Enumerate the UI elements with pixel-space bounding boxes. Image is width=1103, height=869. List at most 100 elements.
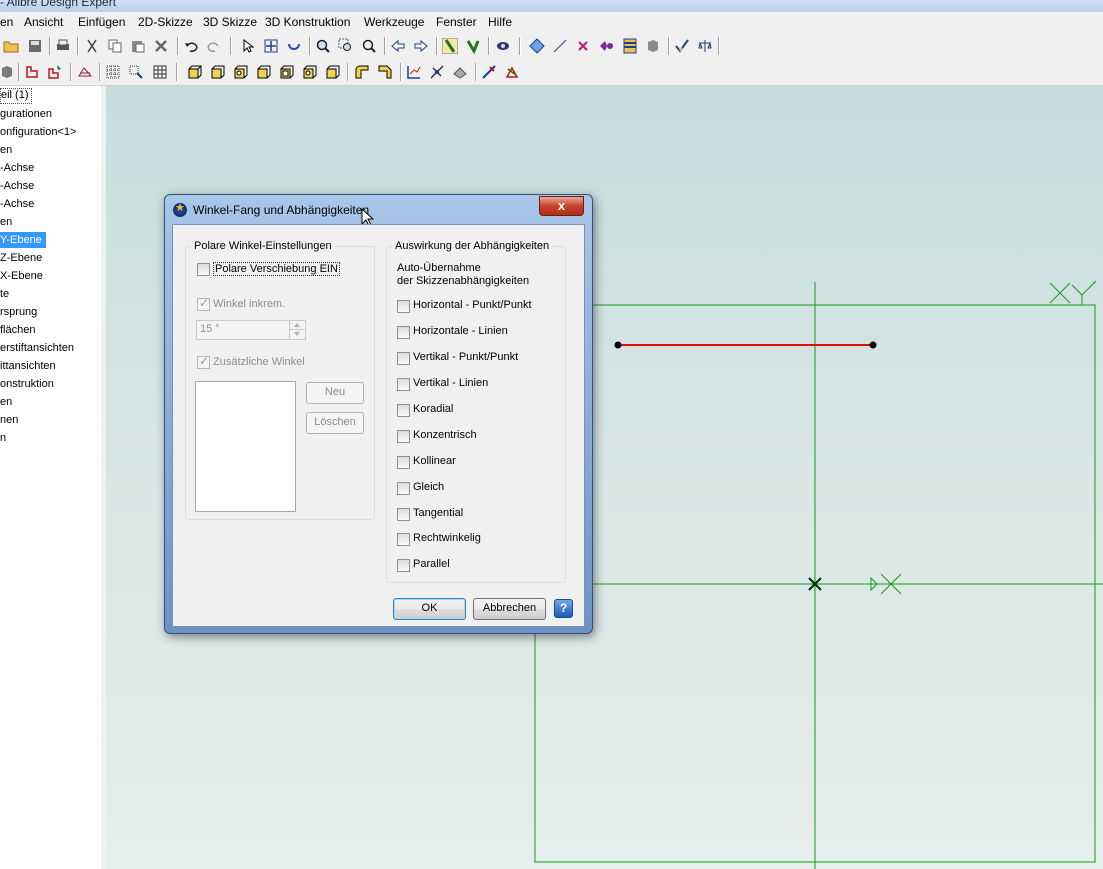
extrude-icon[interactable] <box>187 64 203 80</box>
constraint-label[interactable]: Rechtwinkelig <box>413 532 481 544</box>
tree-item[interactable]: ittansichten <box>0 358 56 374</box>
constraint-label[interactable]: Horizontale - Linien <box>413 325 508 337</box>
cut-revolve-icon[interactable] <box>302 64 318 80</box>
tree-item[interactable]: en <box>0 214 12 230</box>
balance-icon[interactable] <box>697 38 713 54</box>
paste-icon[interactable] <box>130 38 146 54</box>
menu-einfuegen[interactable]: Einfügen <box>78 15 125 29</box>
constraint-checkbox-tangential[interactable] <box>397 508 410 521</box>
sketch-rect-icon[interactable] <box>24 64 40 80</box>
table-icon[interactable] <box>622 38 638 54</box>
part-icon[interactable] <box>645 38 661 54</box>
constraint-checkbox-horizontal-point[interactable] <box>397 300 410 313</box>
loft-icon[interactable] <box>256 64 272 80</box>
polar-shift-checkbox[interactable] <box>197 263 210 276</box>
menu-fenster[interactable]: Fenster <box>436 15 477 29</box>
menu-hilfe[interactable]: Hilfe <box>488 15 512 29</box>
constraint-checkbox-concentric[interactable] <box>397 430 410 443</box>
constraint-label[interactable]: Parallel <box>413 558 450 570</box>
cut-icon[interactable] <box>84 38 100 54</box>
grid-icon[interactable] <box>105 64 121 80</box>
tree-item[interactable]: te <box>0 286 9 302</box>
tree-item-root[interactable]: eil (1) <box>0 88 32 104</box>
spin-down-icon[interactable] <box>294 332 300 336</box>
pan-icon[interactable] <box>263 38 279 54</box>
constraint-label[interactable]: Tangential <box>413 507 463 519</box>
save-icon[interactable] <box>27 38 43 54</box>
menu-3d-skizze[interactable]: 3D Skizze <box>203 15 257 29</box>
fillet-icon[interactable] <box>354 64 370 80</box>
ok-button[interactable]: OK <box>393 598 466 620</box>
constraint-label[interactable]: Kollinear <box>413 455 456 467</box>
constraint-checkbox-equal[interactable] <box>397 482 410 495</box>
sketch-edit-icon[interactable] <box>47 64 63 80</box>
check-icon[interactable] <box>674 38 690 54</box>
tree-item[interactable]: Y-Ebene <box>0 232 46 248</box>
tree-item[interactable]: gurationen <box>0 106 52 122</box>
zoom-window-icon[interactable] <box>338 38 354 54</box>
angle-spinner[interactable] <box>289 320 306 340</box>
constraint-checkbox-parallel[interactable] <box>397 559 410 572</box>
cancel-button[interactable]: Abbrechen <box>473 598 546 620</box>
delete-angle-button[interactable]: Löschen <box>306 412 364 434</box>
plane-edit-icon[interactable] <box>77 64 93 80</box>
sketch-exit-icon[interactable] <box>465 38 481 54</box>
forward-arrow-icon[interactable] <box>413 38 429 54</box>
angle-increment-checkbox[interactable] <box>197 296 210 311</box>
polar-shift-label[interactable]: Polare Verschiebung EIN <box>213 262 340 276</box>
constraint-checkbox-perpendicular[interactable] <box>397 533 410 546</box>
constraint-checkbox-horizontal-lines[interactable] <box>397 326 410 339</box>
table-grid-icon[interactable] <box>152 64 168 80</box>
check-sketch-icon[interactable] <box>481 64 497 80</box>
sketch-active-icon[interactable] <box>442 38 458 54</box>
line-tool-icon[interactable] <box>552 38 568 54</box>
constraint-label[interactable]: Vertikal - Punkt/Punkt <box>413 351 518 363</box>
sketch-line-start-point[interactable] <box>614 341 622 349</box>
rotate-icon[interactable] <box>286 38 302 54</box>
tree-item[interactable]: X-Ebene <box>0 268 43 284</box>
constraint-label[interactable]: Konzentrisch <box>413 429 477 441</box>
back-arrow-icon[interactable] <box>390 38 406 54</box>
chamfer-icon[interactable] <box>377 64 393 80</box>
section-icon[interactable] <box>429 64 445 80</box>
redo-icon[interactable] <box>206 38 222 54</box>
tree-item[interactable]: -Achse <box>0 196 34 212</box>
sketch-line-end-point[interactable] <box>869 341 877 349</box>
print-icon[interactable] <box>55 38 71 54</box>
tree-item[interactable]: en <box>0 394 12 410</box>
new-angle-button[interactable]: Neu <box>306 382 364 404</box>
additional-angles-checkbox[interactable] <box>197 354 210 369</box>
menu-ansicht[interactable]: Ansicht <box>24 15 63 29</box>
spin-up-icon[interactable] <box>294 323 300 327</box>
tree-item[interactable]: en <box>0 142 12 158</box>
tree-item[interactable]: n <box>0 430 6 446</box>
tree-item[interactable]: onfiguration<1> <box>0 124 76 140</box>
constraint-checkbox-vertical-lines[interactable] <box>397 378 410 391</box>
tree-item[interactable]: nen <box>0 412 18 428</box>
point-tool-icon[interactable] <box>575 38 591 54</box>
zoom-fit-icon[interactable] <box>361 38 377 54</box>
tree-item[interactable]: -Achse <box>0 160 34 176</box>
copy-icon[interactable] <box>107 38 123 54</box>
tree-item[interactable]: flächen <box>0 322 35 338</box>
help-icon[interactable]: ? <box>554 599 573 618</box>
constraint-label[interactable]: Vertikal - Linien <box>413 377 488 389</box>
revolve-icon[interactable] <box>210 64 226 80</box>
angle-value-field[interactable]: 15 ° <box>196 320 290 340</box>
shell-icon[interactable] <box>325 64 341 80</box>
tree-item[interactable]: rsprung <box>0 304 37 320</box>
cut-extrude-icon[interactable] <box>279 64 295 80</box>
part-feature-icon[interactable] <box>0 64 16 80</box>
measure-icon[interactable] <box>406 64 422 80</box>
tree-item[interactable]: erstiftansichten <box>0 340 74 356</box>
menu-2d-skizze[interactable]: 2D-Skizze <box>138 15 193 29</box>
select-arrow-icon[interactable] <box>240 38 256 54</box>
constraint-checkbox-vertical-point[interactable] <box>397 352 410 365</box>
tree-item[interactable]: onstruktion <box>0 376 54 392</box>
constraint-label[interactable]: Horizontal - Punkt/Punkt <box>413 299 532 311</box>
close-button[interactable]: x <box>539 196 584 216</box>
grid-snap-icon[interactable] <box>128 64 144 80</box>
menu-3d-konstruktion[interactable]: 3D Konstruktion <box>265 15 350 29</box>
tree-item[interactable]: Z-Ebene <box>0 250 42 266</box>
tree-item[interactable]: -Achse <box>0 178 34 194</box>
